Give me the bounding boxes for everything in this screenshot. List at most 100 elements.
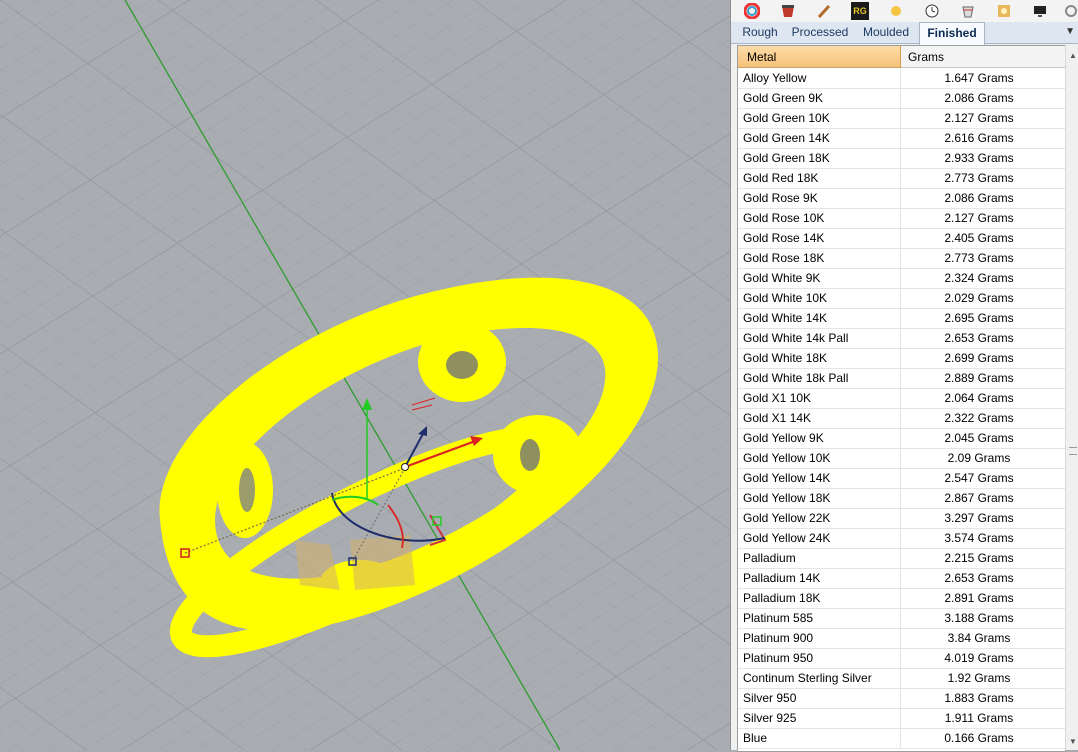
rg-icon[interactable]: RG [851, 2, 869, 20]
table-row[interactable]: Silver 950 1.883 Grams [738, 689, 1065, 709]
bucket-icon[interactable] [959, 2, 977, 20]
metal-cell[interactable]: Blue [738, 729, 901, 749]
table-row[interactable]: Gold X1 10K 2.064 Grams [738, 389, 1065, 409]
table-row[interactable]: Gold Yellow 22K 3.297 Grams [738, 509, 1065, 529]
grams-cell[interactable]: 2.653 Grams [901, 329, 1065, 349]
table-row[interactable]: Gold Rose 18K 2.773 Grams [738, 249, 1065, 269]
tab-processed[interactable]: Processed [787, 22, 853, 43]
metal-cell[interactable]: Gold Green 18K [738, 149, 901, 169]
tab-moulded[interactable]: Moulded [855, 22, 917, 43]
grams-cell[interactable]: 2.773 Grams [901, 249, 1065, 269]
table-row[interactable]: Gold White 14k Pall 2.653 Grams [738, 329, 1065, 349]
metal-cell[interactable]: Gold Red 18K [738, 169, 901, 189]
grams-cell[interactable]: 2.405 Grams [901, 229, 1065, 249]
grams-cell[interactable]: 2.029 Grams [901, 289, 1065, 309]
metal-cell[interactable]: Gold Rose 10K [738, 209, 901, 229]
grams-cell[interactable]: 2.933 Grams [901, 149, 1065, 169]
brush-icon[interactable] [815, 2, 833, 20]
metal-cell[interactable]: Gold Yellow 18K [738, 489, 901, 509]
table-row[interactable]: Platinum 950 4.019 Grams [738, 649, 1065, 669]
grams-cell[interactable]: 2.086 Grams [901, 89, 1065, 109]
table-row[interactable]: Gold White 9K 2.324 Grams [738, 269, 1065, 289]
metal-cell[interactable]: Gold Yellow 10K [738, 449, 901, 469]
metal-cell[interactable]: Gold Rose 14K [738, 229, 901, 249]
metal-cell[interactable]: Gold White 14k Pall [738, 329, 901, 349]
metal-cell[interactable]: Platinum 585 [738, 609, 901, 629]
scroll-thumb[interactable] [1069, 447, 1077, 455]
table-row[interactable]: Gold Green 18K 2.933 Grams [738, 149, 1065, 169]
metal-cell[interactable]: Continum Sterling Silver [738, 669, 901, 689]
grams-cell[interactable]: 0.166 Grams [901, 729, 1065, 749]
gumball-center[interactable] [401, 463, 409, 471]
metal-cell[interactable]: Gold Green 9K [738, 89, 901, 109]
table-row[interactable]: Gold Yellow 18K 2.867 Grams [738, 489, 1065, 509]
grams-cell[interactable]: 2.127 Grams [901, 209, 1065, 229]
table-row[interactable]: Palladium 2.215 Grams [738, 549, 1065, 569]
grams-cell[interactable]: 3.297 Grams [901, 509, 1065, 529]
metal-cell[interactable]: Gold X1 14K [738, 409, 901, 429]
metal-cell[interactable]: Gold Green 10K [738, 109, 901, 129]
settings-icon[interactable] [1063, 2, 1077, 20]
tab-rough[interactable]: Rough [735, 22, 785, 43]
table-row[interactable]: Palladium 18K 2.891 Grams [738, 589, 1065, 609]
material-icon[interactable] [779, 2, 797, 20]
metal-cell[interactable]: Gold Yellow 14K [738, 469, 901, 489]
vertical-scrollbar[interactable]: ▲ ▼ [1065, 45, 1078, 750]
table-row[interactable]: Gold Rose 14K 2.405 Grams [738, 229, 1065, 249]
grams-cell[interactable]: 3.574 Grams [901, 529, 1065, 549]
table-row[interactable]: Gold Rose 10K 2.127 Grams [738, 209, 1065, 229]
grams-cell[interactable]: 2.09 Grams [901, 449, 1065, 469]
metal-cell[interactable]: Gold White 10K [738, 289, 901, 309]
table-row[interactable]: Alloy Yellow 1.647 Grams [738, 69, 1065, 89]
grams-cell[interactable]: 3.84 Grams [901, 629, 1065, 649]
grams-cell[interactable]: 2.773 Grams [901, 169, 1065, 189]
grams-cell[interactable]: 1.883 Grams [901, 689, 1065, 709]
metal-cell[interactable]: Gold Yellow 9K [738, 429, 901, 449]
metal-cell[interactable]: Silver 950 [738, 689, 901, 709]
metal-cell[interactable]: Gold White 18k Pall [738, 369, 901, 389]
color-wheel-icon[interactable] [743, 2, 761, 20]
monitor-icon[interactable] [1031, 2, 1049, 20]
grams-cell[interactable]: 2.695 Grams [901, 309, 1065, 329]
tab-finished[interactable]: Finished [919, 22, 985, 45]
grams-cell[interactable]: 2.322 Grams [901, 409, 1065, 429]
grams-cell[interactable]: 2.547 Grams [901, 469, 1065, 489]
table-row[interactable]: Gold Red 18K 2.773 Grams [738, 169, 1065, 189]
metal-cell[interactable]: Gold White 14K [738, 309, 901, 329]
table-row[interactable]: Platinum 900 3.84 Grams [738, 629, 1065, 649]
table-row[interactable]: Gold Green 14K 2.616 Grams [738, 129, 1065, 149]
grams-cell[interactable]: 2.064 Grams [901, 389, 1065, 409]
metal-cell[interactable]: Gold White 18K [738, 349, 901, 369]
table-row[interactable]: Platinum 585 3.188 Grams [738, 609, 1065, 629]
grams-cell[interactable]: 2.086 Grams [901, 189, 1065, 209]
grams-cell[interactable]: 1.92 Grams [901, 669, 1065, 689]
metal-cell[interactable]: Palladium [738, 549, 901, 569]
grams-cell[interactable]: 4.019 Grams [901, 649, 1065, 669]
grams-cell[interactable]: 2.045 Grams [901, 429, 1065, 449]
grams-cell[interactable]: 1.647 Grams [901, 69, 1065, 89]
metal-cell[interactable]: Silver 925 [738, 709, 901, 729]
metal-cell[interactable]: Gold Green 14K [738, 129, 901, 149]
grams-cell[interactable]: 2.867 Grams [901, 489, 1065, 509]
grams-cell[interactable]: 2.889 Grams [901, 369, 1065, 389]
metal-cell[interactable]: Gold Rose 18K [738, 249, 901, 269]
sun-icon[interactable] [887, 2, 905, 20]
table-row[interactable]: Gold Yellow 14K 2.547 Grams [738, 469, 1065, 489]
metal-cell[interactable]: Palladium 14K [738, 569, 901, 589]
table-row[interactable]: Gold Green 10K 2.127 Grams [738, 109, 1065, 129]
table-row[interactable]: Gold Rose 9K 2.086 Grams [738, 189, 1065, 209]
grams-cell[interactable]: 1.911 Grams [901, 709, 1065, 729]
metal-cell[interactable]: Alloy Yellow [738, 69, 901, 89]
grams-cell[interactable]: 2.653 Grams [901, 569, 1065, 589]
grams-cell[interactable]: 2.616 Grams [901, 129, 1065, 149]
metal-cell[interactable]: Gold Yellow 24K [738, 529, 901, 549]
table-row[interactable]: Palladium 14K 2.653 Grams [738, 569, 1065, 589]
metal-cell[interactable]: Gold White 9K [738, 269, 901, 289]
render-icon[interactable] [995, 2, 1013, 20]
table-row[interactable]: Blue 0.166 Grams [738, 729, 1065, 749]
clock-icon[interactable] [923, 2, 941, 20]
metal-cell[interactable]: Gold Rose 9K [738, 189, 901, 209]
metal-cell[interactable]: Gold X1 10K [738, 389, 901, 409]
metal-cell[interactable]: Palladium 18K [738, 589, 901, 609]
table-row[interactable]: Continum Sterling Silver 1.92 Grams [738, 669, 1065, 689]
